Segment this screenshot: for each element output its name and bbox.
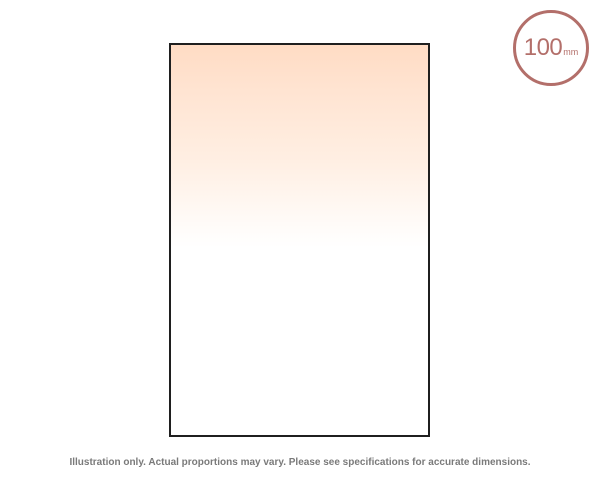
size-badge-number: 100 — [523, 34, 563, 61]
disclaimer-text: Illustration only. Actual proportions ma… — [69, 457, 531, 468]
size-badge: 100 mm — [513, 10, 589, 86]
graduated-filter-illustration — [169, 43, 430, 437]
size-badge-unit: mm — [563, 46, 579, 57]
